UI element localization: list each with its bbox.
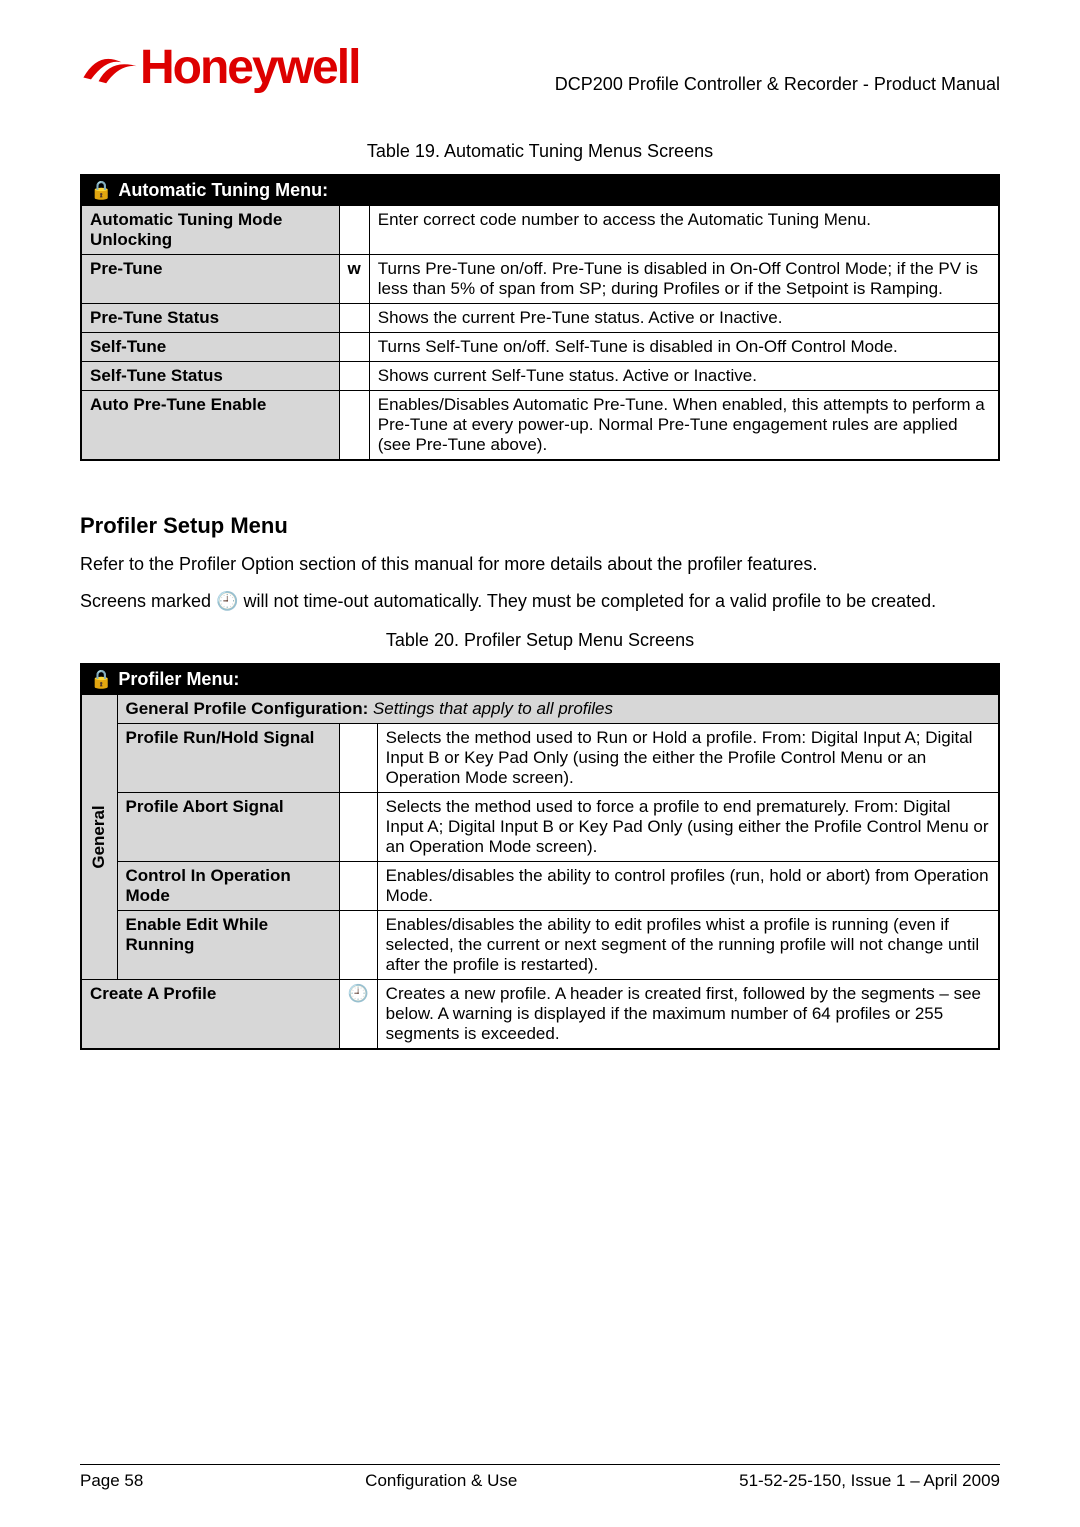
table-row: Profile Run/Hold Signal Selects the meth…	[81, 724, 999, 793]
row-name: Enable Edit While Running	[117, 911, 339, 980]
page-header: Honeywell DCP200 Profile Controller & Re…	[80, 40, 1000, 95]
logo-swoosh-icon	[80, 49, 140, 87]
table-row: Pre-Tune w Turns Pre-Tune on/off. Pre-Tu…	[81, 255, 999, 304]
row-mid	[339, 304, 369, 333]
row-mid	[339, 793, 377, 862]
category-cell: General	[81, 695, 117, 980]
profiler-para1: Refer to the Profiler Option section of …	[80, 553, 1000, 576]
table-row: Profile Abort Signal Selects the method …	[81, 793, 999, 862]
row-name: Create A Profile	[81, 980, 339, 1050]
footer-left: Page 58	[80, 1471, 143, 1491]
footer-right: 51-52-25-150, Issue 1 – April 2009	[739, 1471, 1000, 1491]
doc-title: DCP200 Profile Controller & Recorder - P…	[555, 74, 1000, 95]
create-profile-row: Create A Profile 🕘 Creates a new profile…	[81, 980, 999, 1050]
automatic-tuning-table: 🔒 Automatic Tuning Menu: Automatic Tuning…	[80, 174, 1000, 461]
row-name: Auto Pre-Tune Enable	[81, 391, 339, 461]
row-name: Self-Tune	[81, 333, 339, 362]
row-desc: Enables/disables the ability to control …	[377, 862, 999, 911]
row-mid	[339, 724, 377, 793]
row-mid	[339, 362, 369, 391]
row-mid	[339, 862, 377, 911]
profiler-menu-table: 🔒 Profiler Menu: General General Profile …	[80, 663, 1000, 1050]
table-header-row: 🔒 Profiler Menu:	[81, 664, 999, 695]
row-desc: Enter correct code number to access the …	[369, 206, 999, 255]
table19-title: Automatic Tuning Menu:	[118, 180, 328, 200]
row-desc: Creates a new profile. A header is creat…	[377, 980, 999, 1050]
lock-icon: 🔒	[90, 669, 112, 689]
row-name: Profile Abort Signal	[117, 793, 339, 862]
clock-icon: 🕘	[339, 980, 377, 1050]
page: Honeywell DCP200 Profile Controller & Re…	[0, 0, 1080, 1527]
row-desc: Selects the method used to force a profi…	[377, 793, 999, 862]
row-desc: Selects the method used to Run or Hold a…	[377, 724, 999, 793]
row-desc: Turns Self-Tune on/off. Self-Tune is dis…	[369, 333, 999, 362]
row-mid	[339, 333, 369, 362]
para2-a: Screens marked	[80, 591, 216, 611]
row-mid	[339, 911, 377, 980]
subhead-bold: General Profile Configuration:	[126, 699, 369, 718]
row-name: Automatic Tuning Mode Unlocking	[81, 206, 339, 255]
category-label: General	[89, 805, 109, 868]
row-desc: Enables/Disables Automatic Pre-Tune. Whe…	[369, 391, 999, 461]
table-row: Self-Tune Status Shows current Self-Tune…	[81, 362, 999, 391]
table-row: Automatic Tuning Mode Unlocking Enter co…	[81, 206, 999, 255]
logo-text: Honeywell	[140, 40, 359, 95]
table20-caption: Table 20. Profiler Setup Menu Screens	[80, 630, 1000, 651]
table-row: Pre-Tune Status Shows the current Pre-Tu…	[81, 304, 999, 333]
table20-title: Profiler Menu:	[118, 669, 239, 689]
lock-icon: 🔒	[90, 180, 112, 200]
table-row: Enable Edit While Running Enables/disabl…	[81, 911, 999, 980]
para2-b: will not time-out automatically. They mu…	[238, 591, 936, 611]
footer-center: Configuration & Use	[365, 1471, 517, 1491]
row-desc: Shows current Self-Tune status. Active o…	[369, 362, 999, 391]
row-desc: Shows the current Pre-Tune status. Activ…	[369, 304, 999, 333]
row-name: Pre-Tune	[81, 255, 339, 304]
profiler-para2: Screens marked 🕘 will not time-out autom…	[80, 590, 1000, 613]
brand-logo: Honeywell	[80, 40, 359, 95]
table-row: Control In Operation Mode Enables/disabl…	[81, 862, 999, 911]
profiler-heading: Profiler Setup Menu	[80, 513, 1000, 539]
row-name: Pre-Tune Status	[81, 304, 339, 333]
clock-icon: 🕘	[216, 591, 238, 611]
table19-caption: Table 19. Automatic Tuning Menus Screens	[80, 141, 1000, 162]
row-desc: Enables/disables the ability to edit pro…	[377, 911, 999, 980]
row-desc: Turns Pre-Tune on/off. Pre-Tune is disab…	[369, 255, 999, 304]
row-name: Control In Operation Mode	[117, 862, 339, 911]
row-name: Self-Tune Status	[81, 362, 339, 391]
row-mid: w	[339, 255, 369, 304]
table-header-row: 🔒 Automatic Tuning Menu:	[81, 175, 999, 206]
page-footer: Page 58 Configuration & Use 51-52-25-150…	[80, 1464, 1000, 1491]
subheader-row: General General Profile Configuration: S…	[81, 695, 999, 724]
row-name: Profile Run/Hold Signal	[117, 724, 339, 793]
row-mid	[339, 206, 369, 255]
subhead-italic: Settings that apply to all profiles	[368, 699, 613, 718]
table-row: Self-Tune Turns Self-Tune on/off. Self-T…	[81, 333, 999, 362]
row-mid	[339, 391, 369, 461]
table-row: Auto Pre-Tune Enable Enables/Disables Au…	[81, 391, 999, 461]
